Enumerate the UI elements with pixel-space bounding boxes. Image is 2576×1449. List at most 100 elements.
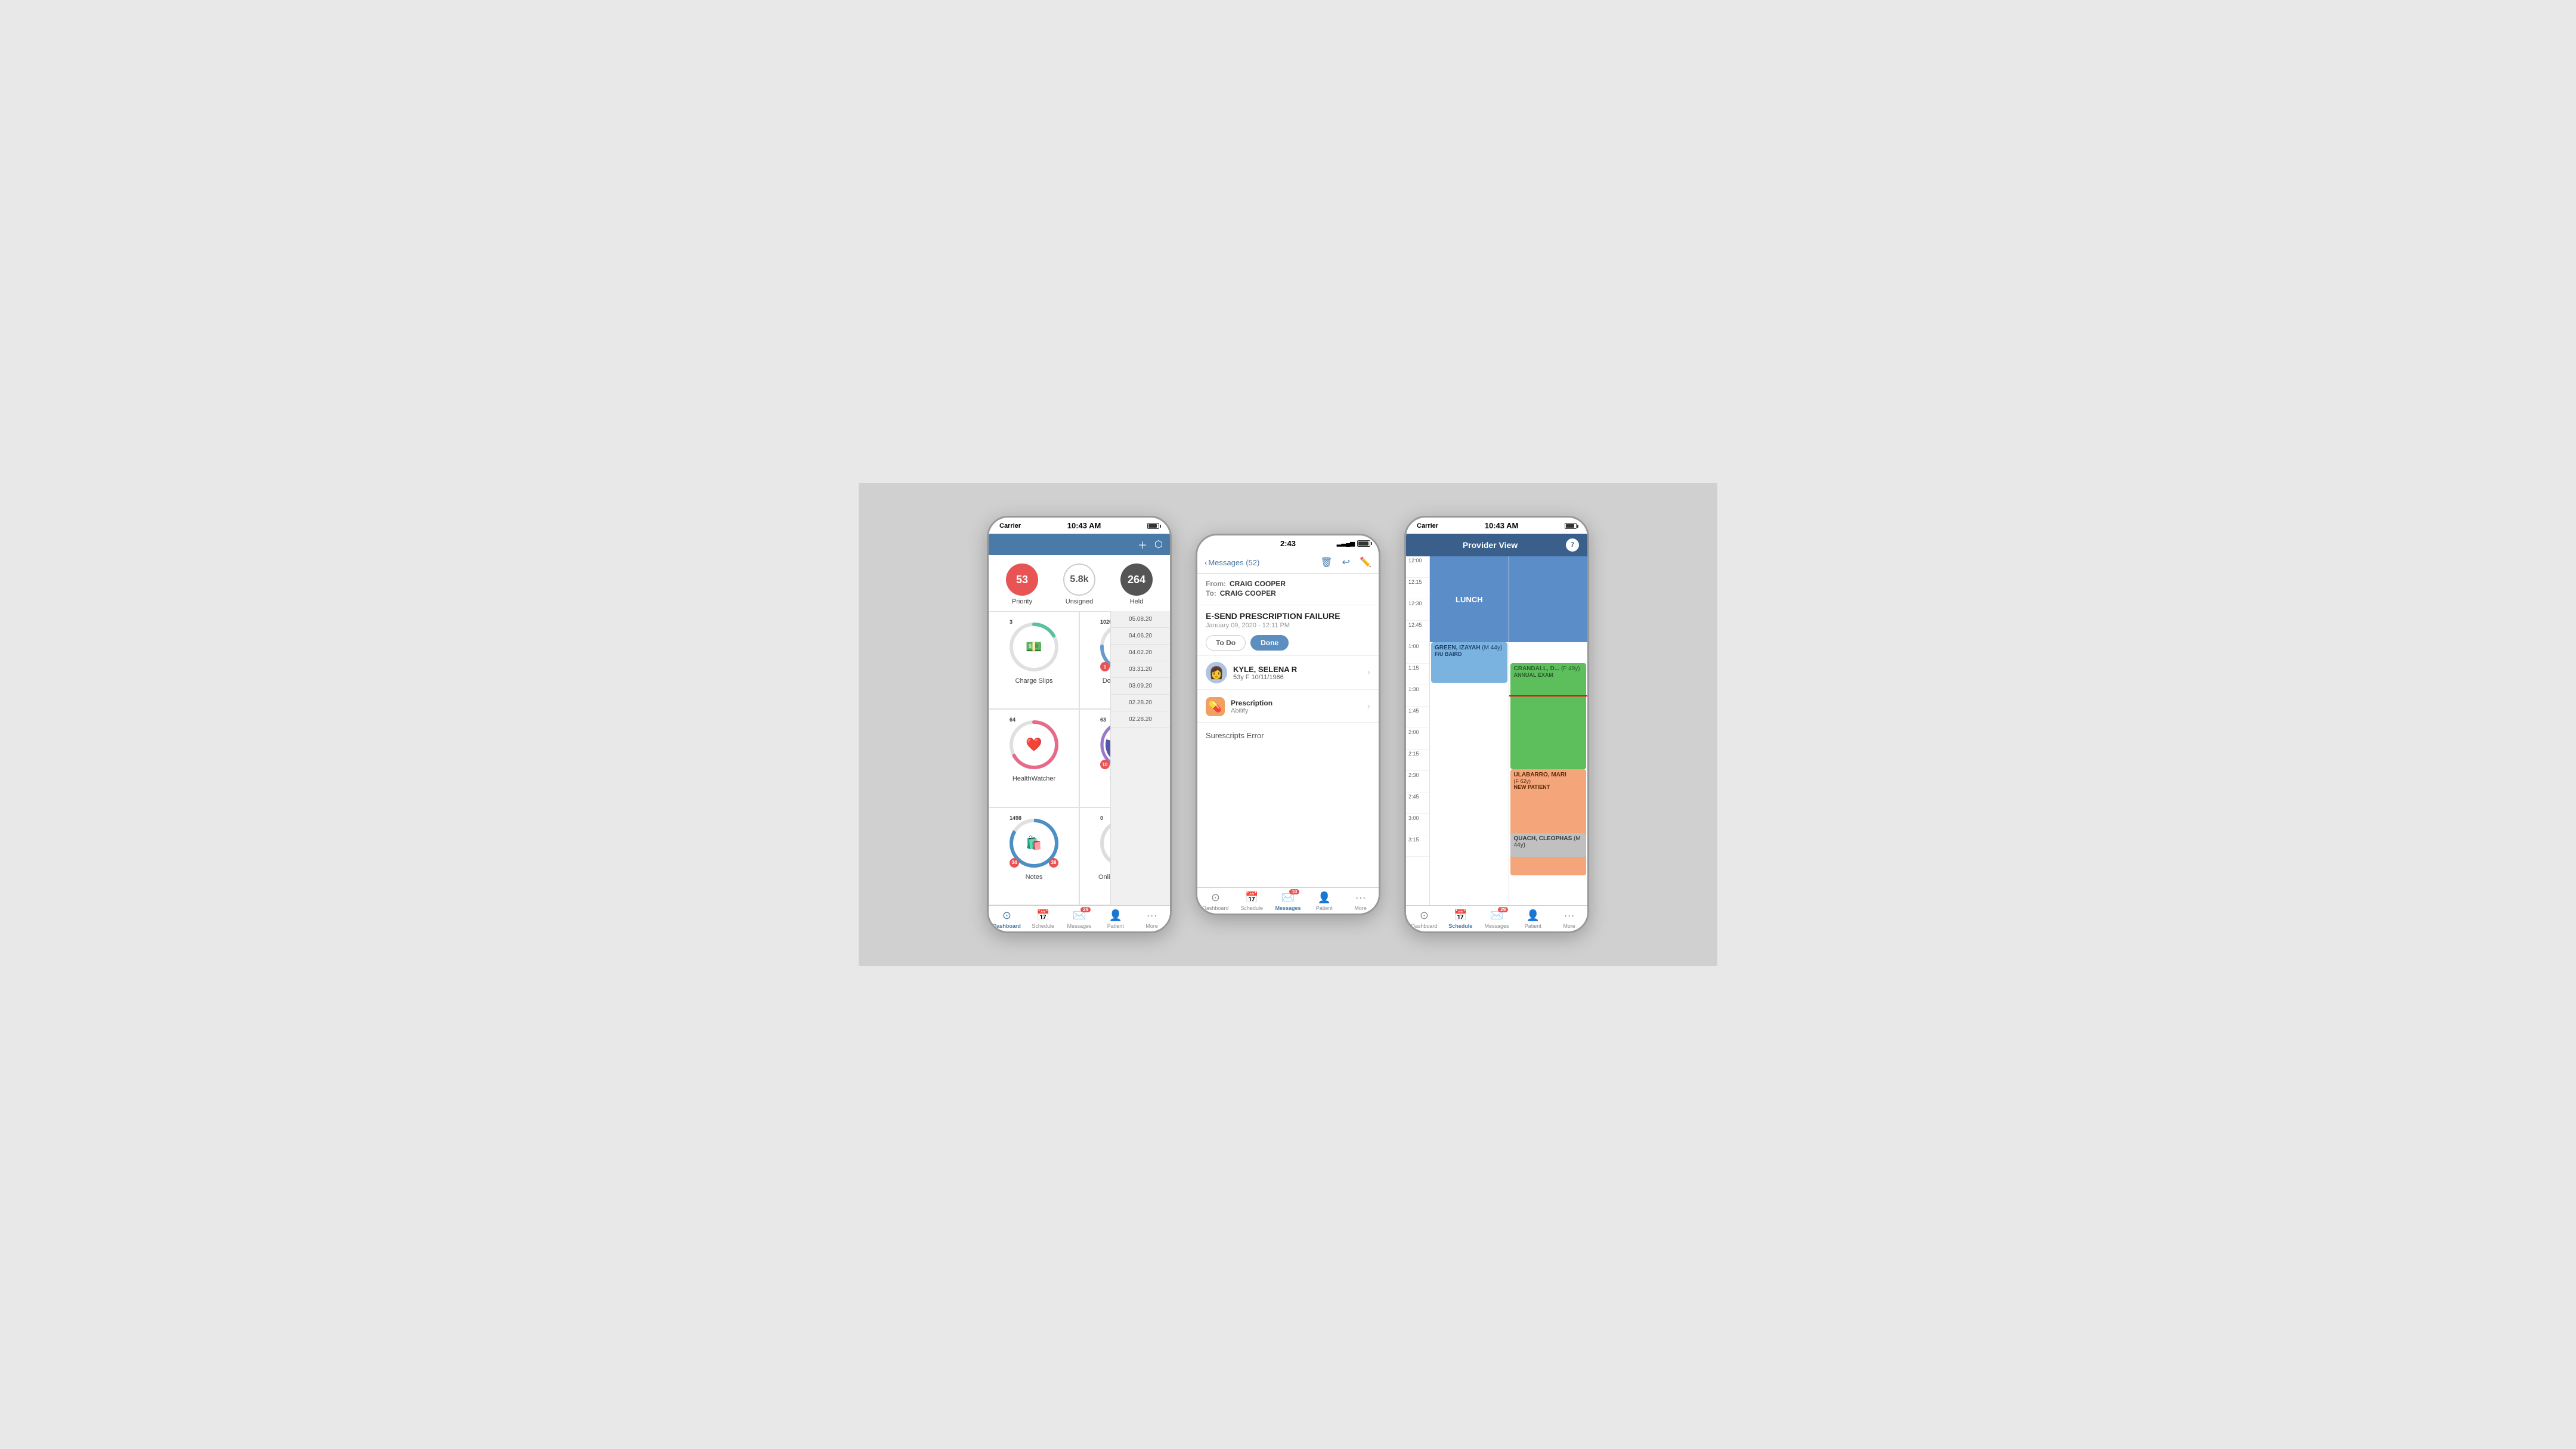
tab-more-3[interactable]: ··· More [1551, 909, 1587, 929]
tab-patient-3[interactable]: 👤 Patient [1515, 909, 1551, 929]
stats-row: 53 Priority 5.8k Unsigned 264 Held [989, 555, 1170, 611]
dash-healthwatcher[interactable]: ❤️ 64 HealthWatcher [989, 709, 1079, 807]
reply-icon[interactable]: ↩ [1342, 556, 1350, 568]
tab-messages-1[interactable]: ✉️ 29 Messages [1061, 909, 1098, 929]
dashboard-tab-label: Dashboard [993, 923, 1021, 929]
dash-notes[interactable]: 🛍️ 1498 34 38 Notes [989, 807, 1079, 905]
from-label: From: [1206, 580, 1226, 588]
charge-slips-label: Charge Slips [1015, 677, 1053, 685]
msg-header: From: CRAIG COOPER To: CRAIG COOPER [1197, 574, 1379, 605]
prescription-card[interactable]: 💊 Prescription Abilify › [1197, 691, 1379, 723]
compose-icon[interactable]: ✏️ [1360, 556, 1371, 568]
notes-ring: 🛍️ 1498 34 38 [1007, 816, 1061, 870]
pat-icon-3: 👤 [1527, 909, 1540, 922]
screen1: Carrier 10:43 AM ＋ ⬡ 53 Priority [989, 518, 1170, 931]
held-label: Held [1130, 598, 1144, 605]
dashboard-tab-icon: ⊙ [1002, 909, 1011, 922]
from-row: From: CRAIG COOPER [1206, 580, 1370, 588]
todo-button[interactable]: To Do [1206, 635, 1246, 651]
sched-tab-icon-2: 📅 [1245, 891, 1258, 904]
chevron-left-icon: ‹ [1205, 558, 1207, 567]
dash-charge-slips[interactable]: 💵 3 Charge Slips [989, 611, 1079, 709]
battery-icon-2 [1357, 540, 1370, 547]
sched-icon-3: 📅 [1454, 909, 1467, 922]
ts-130: 1:30 [1406, 685, 1429, 707]
tab-more-2[interactable]: ··· More [1342, 891, 1379, 911]
tab-dashboard-1[interactable]: ⊙ Dashboard [989, 909, 1025, 929]
more-icon-3: ··· [1564, 909, 1575, 922]
back-button[interactable]: ‹ Messages (52) [1205, 558, 1259, 567]
notes-badge-34: 34 [1010, 858, 1019, 868]
ts-100: 1:00 [1406, 642, 1429, 664]
crandall-name: CRANDALL, D... (F 48y) [1514, 665, 1583, 672]
lunch-label: LUNCH [1456, 595, 1483, 604]
unsigned-circle: 5.8k [1063, 564, 1095, 596]
dash-tab-label-2: Dashboard [1202, 905, 1228, 911]
battery-area [1147, 523, 1159, 529]
dashboard-grid: 💵 3 Charge Slips 📎 [989, 611, 1170, 905]
iphone-dashboard: Carrier 10:43 AM ＋ ⬡ 53 Priority [987, 516, 1172, 933]
screen2: 2:43 ▂▃▄▅ ‹ Messages (52) 🗑 ↩ ✏️ [1197, 535, 1379, 914]
tab-schedule-3[interactable]: 📅 Schedule [1442, 909, 1479, 929]
to-row: To: CRAIG COOPER [1206, 589, 1370, 597]
pat-tab-label-2: Patient [1316, 905, 1333, 911]
tab-dashboard-3[interactable]: ⊙ Dashboard [1406, 909, 1442, 929]
add-icon[interactable]: ＋ [1138, 537, 1147, 552]
ts-145: 1:45 [1406, 707, 1429, 728]
stat-priority[interactable]: 53 Priority [1006, 564, 1038, 605]
trash-icon[interactable]: 🗑 [1320, 556, 1332, 568]
unsigned-label: Unsigned [1066, 598, 1093, 605]
priority-label: Priority [1012, 598, 1032, 605]
crandall-block[interactable]: CRANDALL, D... (F 48y) ANNUAL EXAM [1510, 663, 1587, 769]
quach-block[interactable]: QUACH, CLEOPHAS (M 44y) [1510, 833, 1587, 857]
done-button[interactable]: Done [1250, 635, 1289, 651]
patient-chevron: › [1367, 667, 1370, 678]
rep-count: 0 [1100, 815, 1103, 821]
tab-schedule-2[interactable]: 📅 Schedule [1234, 891, 1270, 911]
date-list: 05.08.20 04.06.20 04.02.20 03.31.20 03.0… [1110, 611, 1170, 905]
priority-circle: 53 [1006, 564, 1038, 596]
msg-tab-label-2: Messages [1275, 905, 1301, 911]
nav-header: ＋ ⬡ [989, 534, 1170, 555]
status-bar-3: Carrier 10:43 AM [1406, 518, 1587, 534]
dash-icon-3: ⊙ [1420, 909, 1429, 922]
tab-schedule-1[interactable]: 📅 Schedule [1025, 909, 1061, 929]
tab-messages-3[interactable]: ✉️ 29 Messages [1479, 909, 1515, 929]
tab-more-1[interactable]: ··· More [1134, 909, 1170, 929]
rx-icon: 💊 [1206, 697, 1225, 716]
to-value: CRAIG COOPER [1220, 589, 1276, 597]
msg-nav: ‹ Messages (52) 🗑 ↩ ✏️ [1197, 552, 1379, 574]
tab-patient-2[interactable]: 👤 Patient [1306, 891, 1342, 911]
more-tab-icon: ··· [1147, 909, 1157, 922]
right-col: CRANDALL, D... (F 48y) ANNUAL EXAM ULABA… [1509, 556, 1588, 905]
more-tab-icon-2: ··· [1355, 891, 1366, 904]
msg-badge-3: 29 [1498, 907, 1508, 912]
held-circle: 264 [1120, 564, 1153, 596]
health-icon: ❤️ [1026, 737, 1042, 753]
tab-patient-1[interactable]: 👤 Patient [1097, 909, 1134, 929]
filter-icon[interactable]: ⬡ [1154, 538, 1163, 550]
patient-card[interactable]: 👩 KYLE, SELENA R 53y F 10/11/1966 › [1197, 656, 1379, 690]
schedule-badge: 7 [1566, 538, 1579, 552]
error-text: Surescripts Error [1197, 723, 1379, 748]
battery-3 [1565, 523, 1577, 529]
rx-drug: Abilify [1231, 707, 1367, 714]
docs-badge-1: 1 [1100, 662, 1110, 671]
messages-tab-label: Messages [1067, 923, 1091, 929]
patient-name: KYLE, SELENA R [1233, 665, 1367, 674]
patient-tab-icon: 👤 [1109, 909, 1122, 922]
ts-200: 2:00 [1406, 728, 1429, 750]
notes-label: Notes [1026, 874, 1043, 881]
iphone-messages: 2:43 ▂▃▄▅ ‹ Messages (52) 🗑 ↩ ✏️ [1196, 534, 1380, 915]
tab-messages-2[interactable]: ✉️ 10 Messages [1270, 891, 1306, 911]
more-tab-label-2: More [1354, 905, 1367, 911]
ts-1230: 12:30 [1406, 599, 1429, 621]
ulabarro-block[interactable]: ULABARRO, MARI (F 62y) NEW PATIENT [1510, 769, 1587, 875]
tab-dashboard-2[interactable]: ⊙ Dashboard [1197, 891, 1234, 911]
date-item-5: 02.28.20 [1111, 695, 1170, 711]
health-ring: ❤️ 64 [1007, 718, 1061, 772]
green-izayah-block[interactable]: GREEN, IZAYAH (M 44y) F/U BAIRD [1431, 642, 1507, 683]
patient-info: KYLE, SELENA R 53y F 10/11/1966 [1233, 665, 1367, 681]
stat-held[interactable]: 264 Held [1120, 564, 1153, 605]
stat-unsigned[interactable]: 5.8k Unsigned [1063, 564, 1095, 605]
